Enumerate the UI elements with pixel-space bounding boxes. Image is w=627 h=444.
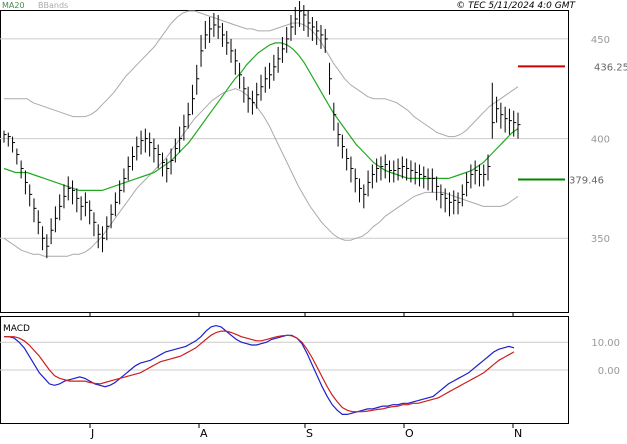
legend-bbands: BBands <box>38 1 68 10</box>
price-tick-label: 400 <box>591 135 610 146</box>
price-tick-label: 350 <box>591 234 610 245</box>
support-label: 379.46 <box>569 176 604 187</box>
x-tick-label: J <box>90 427 94 440</box>
x-tick-label: O <box>405 427 414 440</box>
macd-tick-label: 0.00 <box>598 366 620 377</box>
price-and-macd-chart: 350 400 450 436.25 379.46 10.00 0.00 MACD J… <box>0 0 627 440</box>
x-tick-label: S <box>306 427 313 440</box>
x-tick-label: N <box>514 427 522 440</box>
macd-tick-label: 10.00 <box>591 338 620 349</box>
chart-root: 350 400 450 436.25 379.46 10.00 0.00 MACD J… <box>0 0 627 440</box>
x-tick-label: A <box>200 427 208 440</box>
legend-ma20: MA20 <box>2 1 25 10</box>
copyright-text: © TEC 5/11/2024 4:0 GMT <box>456 1 576 11</box>
resistance-label: 436.25 <box>594 62 627 73</box>
price-tick-label: 450 <box>591 35 610 46</box>
macd-title: MACD <box>3 324 30 334</box>
